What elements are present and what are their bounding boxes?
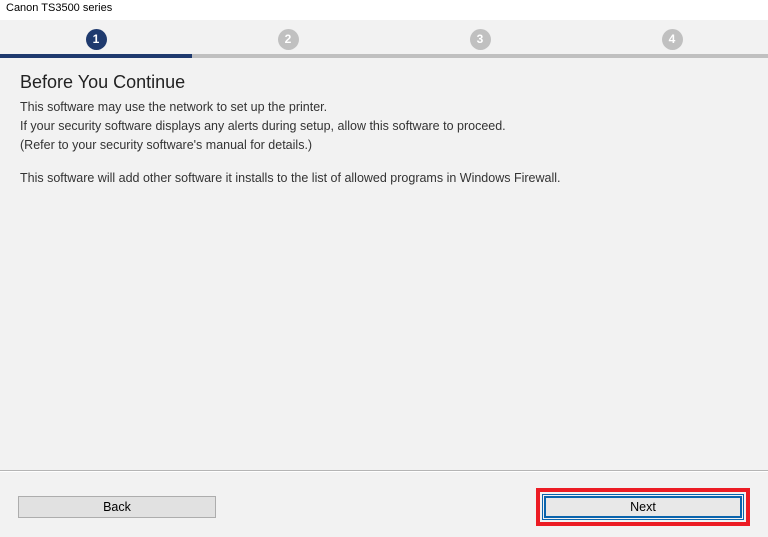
next-button-label: Next bbox=[630, 500, 656, 514]
back-button-label: Back bbox=[103, 500, 131, 514]
window-title: Canon TS3500 series bbox=[6, 2, 112, 14]
wizard-progress-bar bbox=[0, 54, 768, 58]
footer-divider bbox=[0, 470, 768, 472]
step-1-number: 1 bbox=[93, 32, 100, 46]
body-line-3: (Refer to your security software's manua… bbox=[20, 137, 748, 154]
progress-seg-2 bbox=[192, 54, 384, 58]
back-button[interactable]: Back bbox=[18, 496, 216, 518]
step-1-circle: 1 bbox=[86, 29, 107, 50]
progress-seg-1 bbox=[0, 54, 192, 58]
body-line-2: If your security software displays any a… bbox=[20, 118, 748, 135]
body-line-4: This software will add other software it… bbox=[20, 170, 748, 187]
installer-window: Canon TS3500 series 1 2 3 4 bbox=[0, 0, 768, 537]
step-3-circle: 3 bbox=[470, 29, 491, 50]
main-content: Before You Continue This software may us… bbox=[0, 58, 768, 187]
wizard-steps: 1 2 3 4 bbox=[0, 20, 768, 54]
next-button-highlight: Next bbox=[536, 488, 750, 526]
body-line-1: This software may use the network to set… bbox=[20, 99, 748, 116]
step-3-slot: 3 bbox=[384, 29, 576, 50]
progress-seg-4 bbox=[576, 54, 768, 58]
next-button[interactable]: Next bbox=[544, 496, 742, 518]
page-heading: Before You Continue bbox=[20, 72, 748, 93]
step-4-slot: 4 bbox=[576, 29, 768, 50]
step-2-number: 2 bbox=[285, 32, 292, 46]
footer: Back Next bbox=[0, 482, 768, 537]
step-2-circle: 2 bbox=[278, 29, 299, 50]
step-3-number: 3 bbox=[477, 32, 484, 46]
step-4-number: 4 bbox=[669, 32, 676, 46]
title-bar: Canon TS3500 series bbox=[0, 0, 768, 20]
progress-seg-3 bbox=[384, 54, 576, 58]
step-2-slot: 2 bbox=[192, 29, 384, 50]
step-4-circle: 4 bbox=[662, 29, 683, 50]
step-1-slot: 1 bbox=[0, 29, 192, 50]
